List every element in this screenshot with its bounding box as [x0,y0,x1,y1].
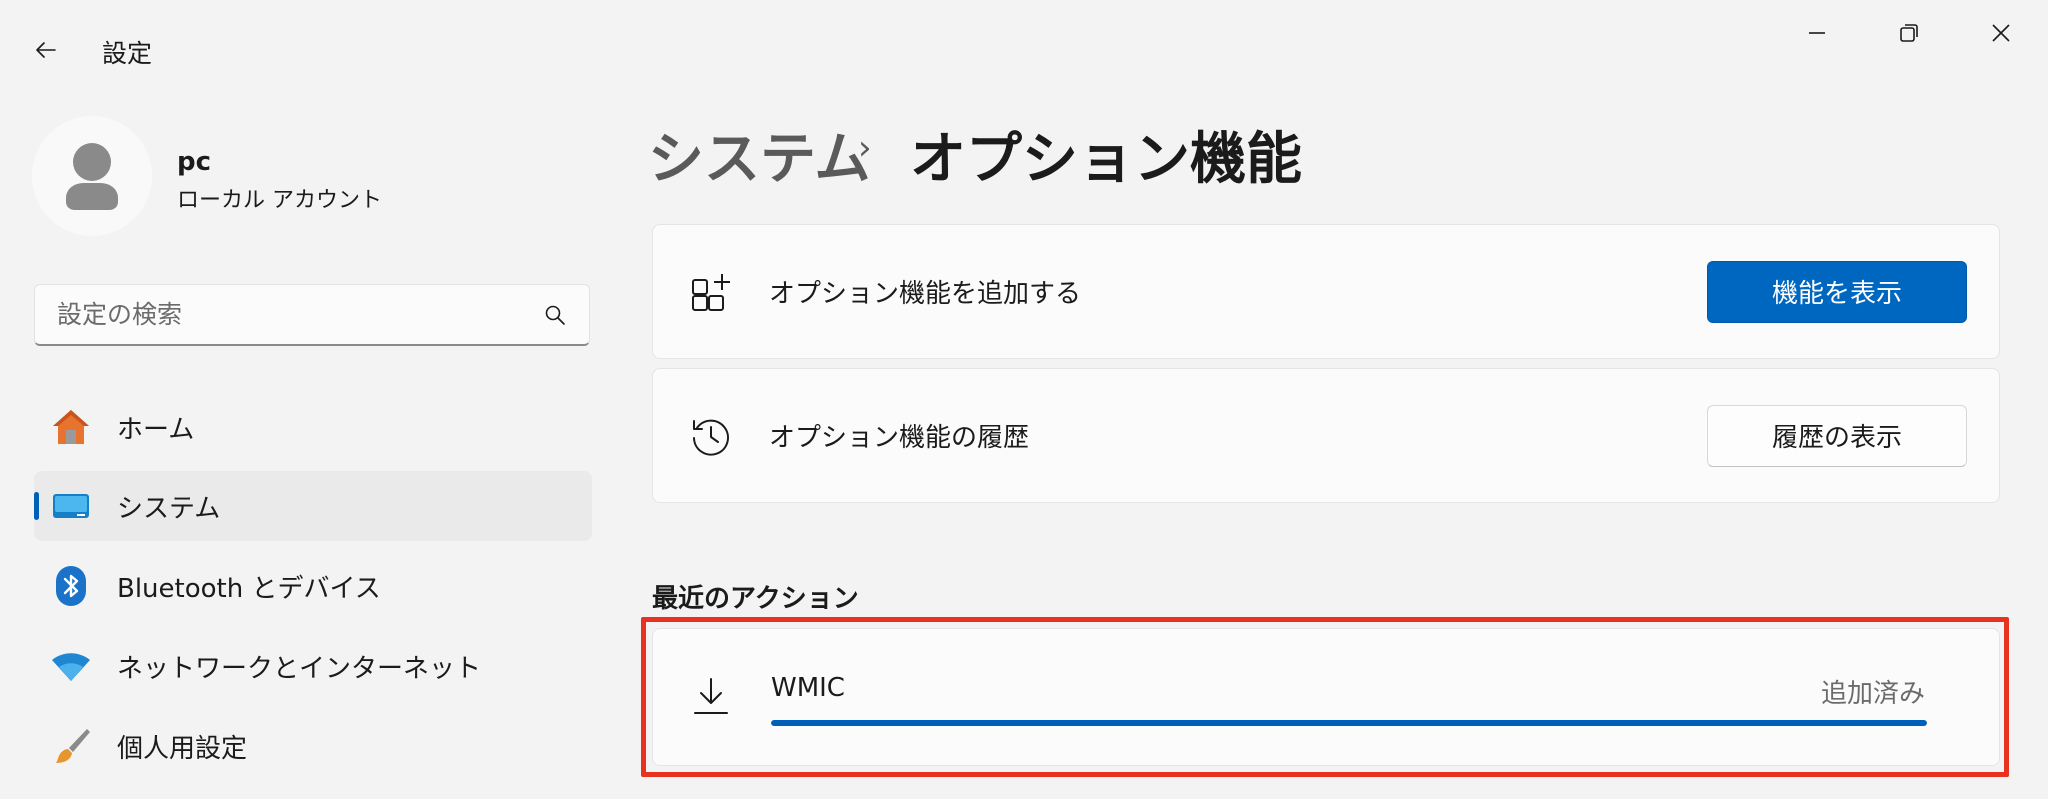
close-icon [1992,24,2010,42]
search-icon[interactable] [543,303,567,327]
add-features-label: オプション機能を追加する [769,279,1082,309]
restore-icon [1900,24,1918,42]
back-button[interactable] [26,30,66,70]
history-label: オプション機能の履歴 [769,423,1030,453]
sidebar-item-label: 個人用設定 [117,733,248,764]
sidebar-item-label: ネットワークとインターネット [117,653,482,684]
system-display-icon [49,484,93,528]
selected-indicator [34,492,39,520]
sidebar-item-personalization[interactable]: 個人用設定 [34,711,592,781]
sidebar-item-network[interactable]: ネットワークとインターネット [34,631,592,701]
account-type: ローカル アカウント [177,188,382,213]
list-item: WMIC 追加済み [652,628,2000,766]
avatar[interactable] [32,116,152,236]
bluetooth-icon [49,564,93,608]
breadcrumb-parent[interactable]: システム [648,114,870,195]
home-icon [49,405,93,449]
sidebar-item-label: Bluetooth とデバイス [117,573,381,604]
sidebar-item-home[interactable]: ホーム [34,392,592,462]
view-history-button[interactable]: 履歴の表示 [1707,404,1967,467]
page-title: オプション機能 [910,127,1302,192]
wifi-icon [49,644,93,688]
search-box[interactable] [34,284,590,346]
sidebar-item-bluetooth[interactable]: Bluetooth とデバイス [34,551,592,621]
user-name: pc [177,147,212,177]
recent-actions-title: 最近のアクション [652,584,859,614]
progress-fill [771,720,1927,726]
sidebar-item-label: ホーム [117,414,195,445]
breadcrumb-separator: › [858,128,872,168]
add-apps-icon [687,268,735,316]
progress-bar [771,720,1927,726]
user-icon [66,143,118,210]
history-icon [687,412,735,460]
brush-icon [49,724,93,768]
minimize-button[interactable] [1784,12,1850,54]
restore-button[interactable] [1876,12,1942,54]
view-features-button[interactable]: 機能を表示 [1707,260,1967,323]
status-text: 追加済み [1820,679,1925,709]
app-title: 設定 [102,39,153,68]
feature-name: WMIC [771,673,845,703]
search-input[interactable] [57,300,543,329]
minimize-icon [1809,32,1825,34]
sidebar-item-label: システム [117,493,221,524]
add-features-card: オプション機能を追加する 機能を表示 [652,224,2000,359]
download-icon [687,673,735,721]
close-button[interactable] [1968,12,2034,54]
back-arrow-icon [36,42,56,58]
history-card: オプション機能の履歴 履歴の表示 [652,368,2000,503]
sidebar-item-system[interactable]: システム [34,471,592,541]
